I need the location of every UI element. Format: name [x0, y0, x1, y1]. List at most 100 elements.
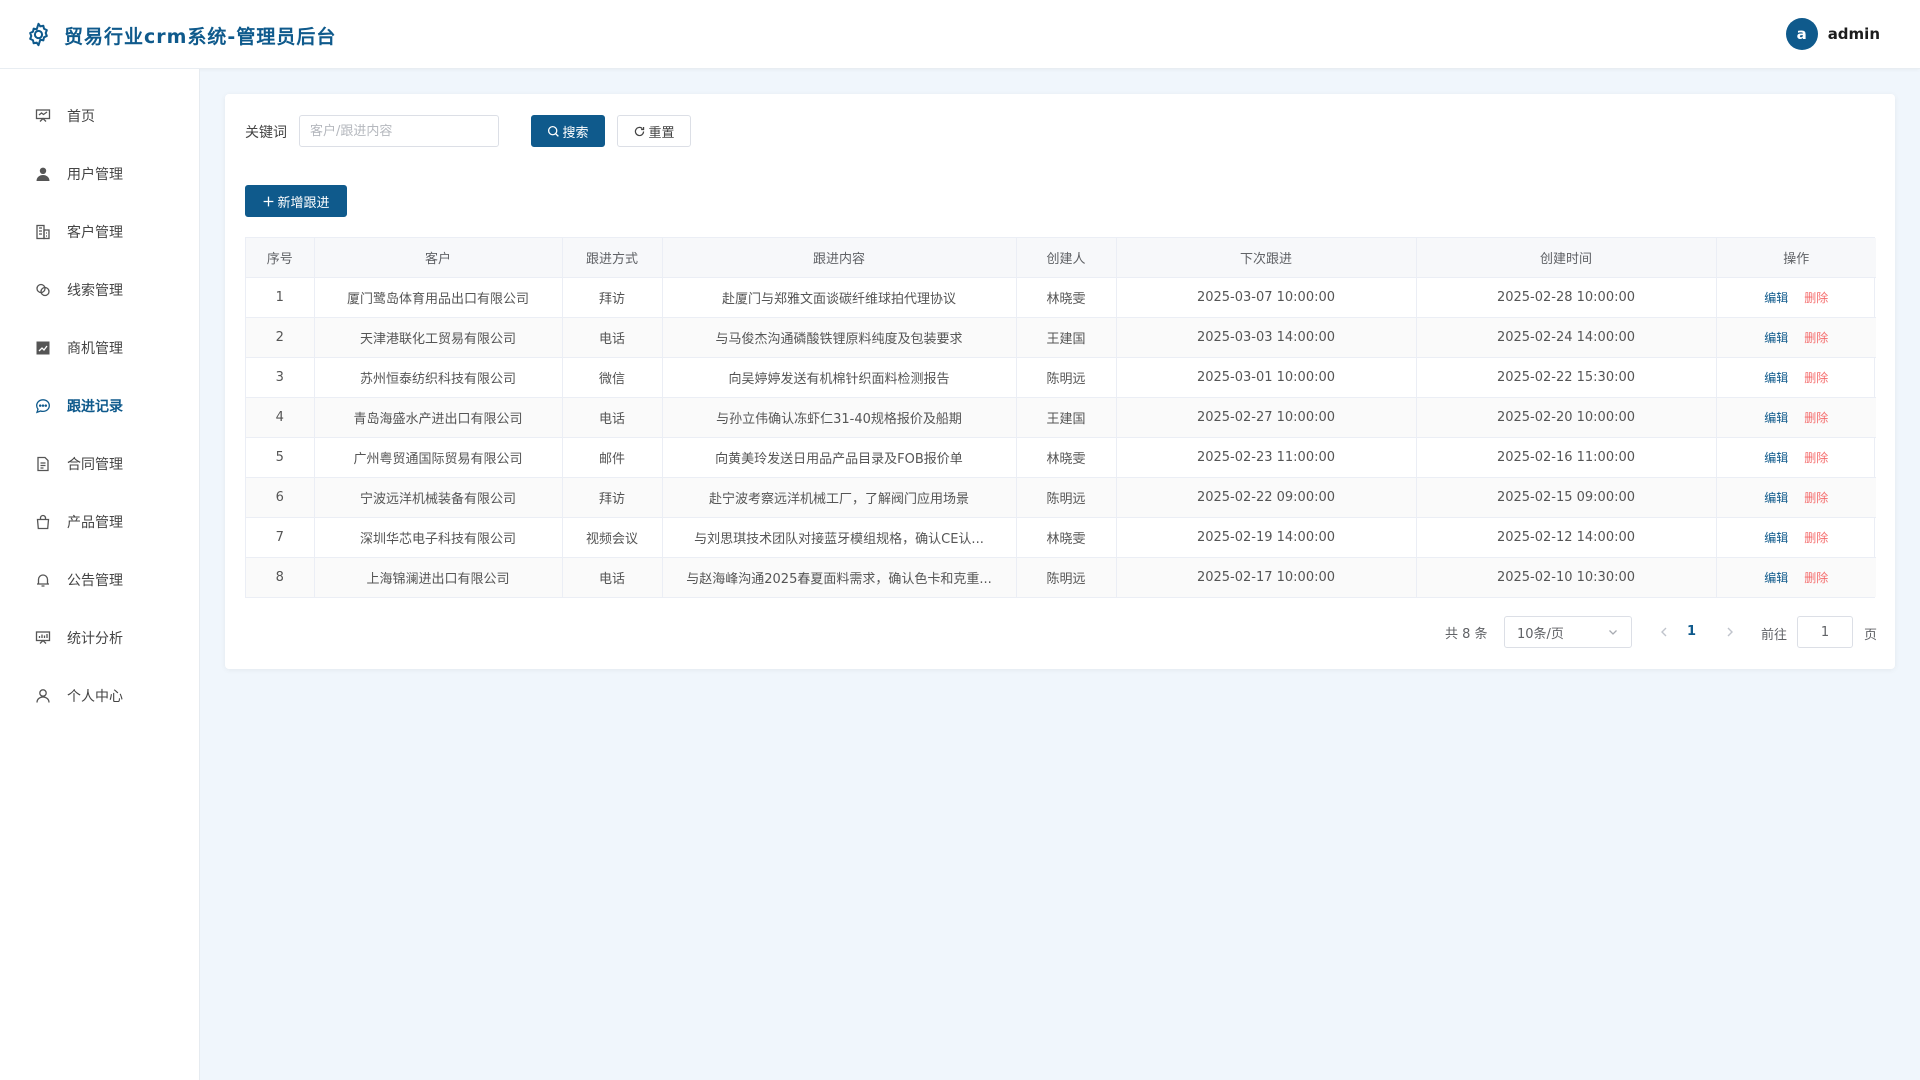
user-outline-icon [34, 687, 52, 705]
table-cell: 视频会议 [562, 517, 663, 558]
edit-button[interactable]: 编辑 [1764, 331, 1788, 345]
column-header: 跟进方式 [562, 238, 663, 278]
goto-page-input[interactable] [1797, 616, 1853, 648]
sidebar-item-statistics[interactable]: 统计分析 [0, 615, 199, 661]
table-cell: 2025-02-17 10:00:00 [1116, 557, 1417, 597]
table-cell: 2025-02-28 10:00:00 [1416, 277, 1717, 318]
column-header: 跟进内容 [662, 238, 1017, 278]
delete-button[interactable]: 删除 [1804, 291, 1828, 305]
sidebar-item-followups[interactable]: 跟进记录 [0, 383, 199, 429]
goto-label: 前往 [1761, 628, 1788, 643]
table-body: 1 厦门鹭岛体育用品出口有限公司 拜访 赴厦门与郑雅文面谈碳纤维球拍代理协议 林晓雯 20… [246, 277, 1876, 597]
followup-table: 序号 客户 跟进方式 跟进内容 创建人 下次跟进 创建时间 操作 1 厦门鹭岛体育用品出口有限公… [245, 237, 1876, 598]
actions-cell: 编辑 删除 [1716, 277, 1876, 318]
table-cell: 宁波远洋机械装备有限公司 [314, 477, 563, 518]
delete-button[interactable]: 删除 [1804, 571, 1828, 585]
table-cell: 赴厦门与郑雅文面谈碳纤维球拍代理协议 [662, 277, 1017, 318]
edit-button[interactable]: 编辑 [1764, 491, 1788, 505]
table-cell: 林晓雯 [1016, 517, 1117, 558]
building-icon [34, 223, 52, 241]
total-count: 共 8 条 [1445, 626, 1488, 642]
table-cell: 赴宁波考察远洋机械工厂，了解阀门应用场景 [662, 477, 1017, 518]
table-cell: 拜访 [562, 277, 663, 318]
delete-button[interactable]: 删除 [1804, 371, 1828, 385]
avatar[interactable]: a [1785, 18, 1818, 50]
table-cell: 2025-03-01 10:00:00 [1116, 357, 1417, 398]
refresh-icon [635, 126, 645, 136]
table-cell: 陈明远 [1016, 357, 1117, 398]
edit-button[interactable]: 编辑 [1764, 411, 1788, 425]
delete-button[interactable]: 删除 [1804, 411, 1828, 425]
table-cell: 青岛海盛水产进出口有限公司 [314, 397, 563, 438]
table-row: 6 宁波远洋机械装备有限公司 拜访 赴宁波考察远洋机械工厂，了解阀门应用场景 陈明远 20… [246, 477, 1876, 518]
gear-icon [29, 22, 48, 47]
table-cell: 8 [246, 557, 315, 597]
sidebar-item-contracts[interactable]: 合同管理 [0, 441, 199, 487]
table-cell: 2025-02-16 11:00:00 [1416, 437, 1717, 478]
sidebar-item-label: 合同管理 [67, 457, 123, 473]
edit-button[interactable]: 编辑 [1764, 371, 1788, 385]
sidebar-item-label: 个人中心 [67, 689, 123, 705]
sidebar-item-label: 公告管理 [67, 573, 123, 589]
page-number[interactable]: 1 [1687, 624, 1696, 639]
table-cell: 2025-02-22 09:00:00 [1116, 477, 1417, 518]
table-cell: 6 [246, 477, 315, 518]
add-button-label: 新增跟进 [277, 195, 330, 211]
search-icon [548, 125, 560, 137]
table-cell: 2 [246, 317, 315, 358]
sidebar-item-profile[interactable]: 个人中心 [0, 673, 199, 719]
table-cell: 厦门鹭岛体育用品出口有限公司 [314, 277, 563, 318]
page-size-select[interactable]: 10条/页 [1504, 616, 1632, 648]
table-header: 序号 客户 跟进方式 跟进内容 创建人 下次跟进 创建时间 操作 [246, 238, 1876, 278]
edit-button[interactable]: 编辑 [1764, 531, 1788, 545]
reset-button[interactable]: 重置 [617, 115, 691, 147]
page-size-value: 10条/页 [1517, 626, 1564, 642]
table-cell: 天津港联化工贸易有限公司 [314, 317, 563, 358]
sidebar-item-announcements[interactable]: 公告管理 [0, 557, 199, 603]
sidebar-item-label: 用户管理 [67, 167, 123, 183]
delete-button[interactable]: 删除 [1804, 331, 1828, 345]
table-cell: 2025-02-24 14:00:00 [1416, 317, 1717, 358]
column-header: 客户 [314, 238, 563, 278]
table-cell: 2025-02-19 14:00:00 [1116, 517, 1417, 558]
sidebar-item-leads[interactable]: 线索管理 [0, 267, 199, 313]
table-cell: 2025-02-27 10:00:00 [1116, 397, 1417, 438]
next-page-button[interactable] [1723, 624, 1737, 640]
add-followup-button[interactable]: 新增跟进 [245, 185, 347, 217]
delete-button[interactable]: 删除 [1804, 531, 1828, 545]
plus-icon [264, 196, 274, 206]
table-cell: 3 [246, 357, 315, 398]
actions-cell: 编辑 删除 [1716, 437, 1876, 478]
reset-button-label: 重置 [648, 125, 675, 141]
sidebar-item-label: 商机管理 [67, 341, 123, 357]
delete-button[interactable]: 删除 [1804, 491, 1828, 505]
sidebar-item-label: 首页 [67, 109, 95, 125]
username[interactable]: admin [1828, 25, 1880, 43]
sidebar-item-home[interactable]: 首页 [0, 93, 199, 139]
search-button[interactable]: 搜索 [531, 115, 605, 147]
sidebar-item-users[interactable]: 用户管理 [0, 151, 199, 197]
user-menu[interactable]: a admin [1785, 18, 1880, 50]
table-cell: 2025-02-15 09:00:00 [1416, 477, 1717, 518]
sidebar-item-customers[interactable]: 客户管理 [0, 209, 199, 255]
edit-button[interactable]: 编辑 [1764, 291, 1788, 305]
keyword-input[interactable] [299, 115, 499, 147]
delete-button[interactable]: 删除 [1804, 451, 1828, 465]
sidebar-item-products[interactable]: 产品管理 [0, 499, 199, 545]
table-cell: 与孙立伟确认冻虾仁31-40规格报价及船期 [662, 397, 1017, 438]
table-cell: 电话 [562, 557, 663, 597]
table-cell: 深圳华芯电子科技有限公司 [314, 517, 563, 558]
prev-page-button[interactable] [1657, 624, 1671, 640]
top-header: 贸易行业crm系统-管理员后台 a admin [0, 0, 1920, 69]
table-row: 5 广州粤贸通国际贸易有限公司 邮件 向黄美玲发送日用品产品目录及FOB报价单 林晓雯 2… [246, 437, 1876, 478]
table-cell: 1 [246, 277, 315, 318]
edit-button[interactable]: 编辑 [1764, 451, 1788, 465]
edit-button[interactable]: 编辑 [1764, 571, 1788, 585]
chat-icon [34, 397, 52, 415]
actions-cell: 编辑 删除 [1716, 357, 1876, 398]
table-cell: 与刘思琪技术团队对接蓝牙模组规格，确认CE认... [662, 517, 1017, 558]
app-title: 贸易行业crm系统-管理员后台 [64, 26, 337, 48]
sidebar-item-opportunities[interactable]: 商机管理 [0, 325, 199, 371]
table-cell: 向吴婷婷发送有机棉针织面料检测报告 [662, 357, 1017, 398]
table-cell: 2025-02-20 10:00:00 [1416, 397, 1717, 438]
